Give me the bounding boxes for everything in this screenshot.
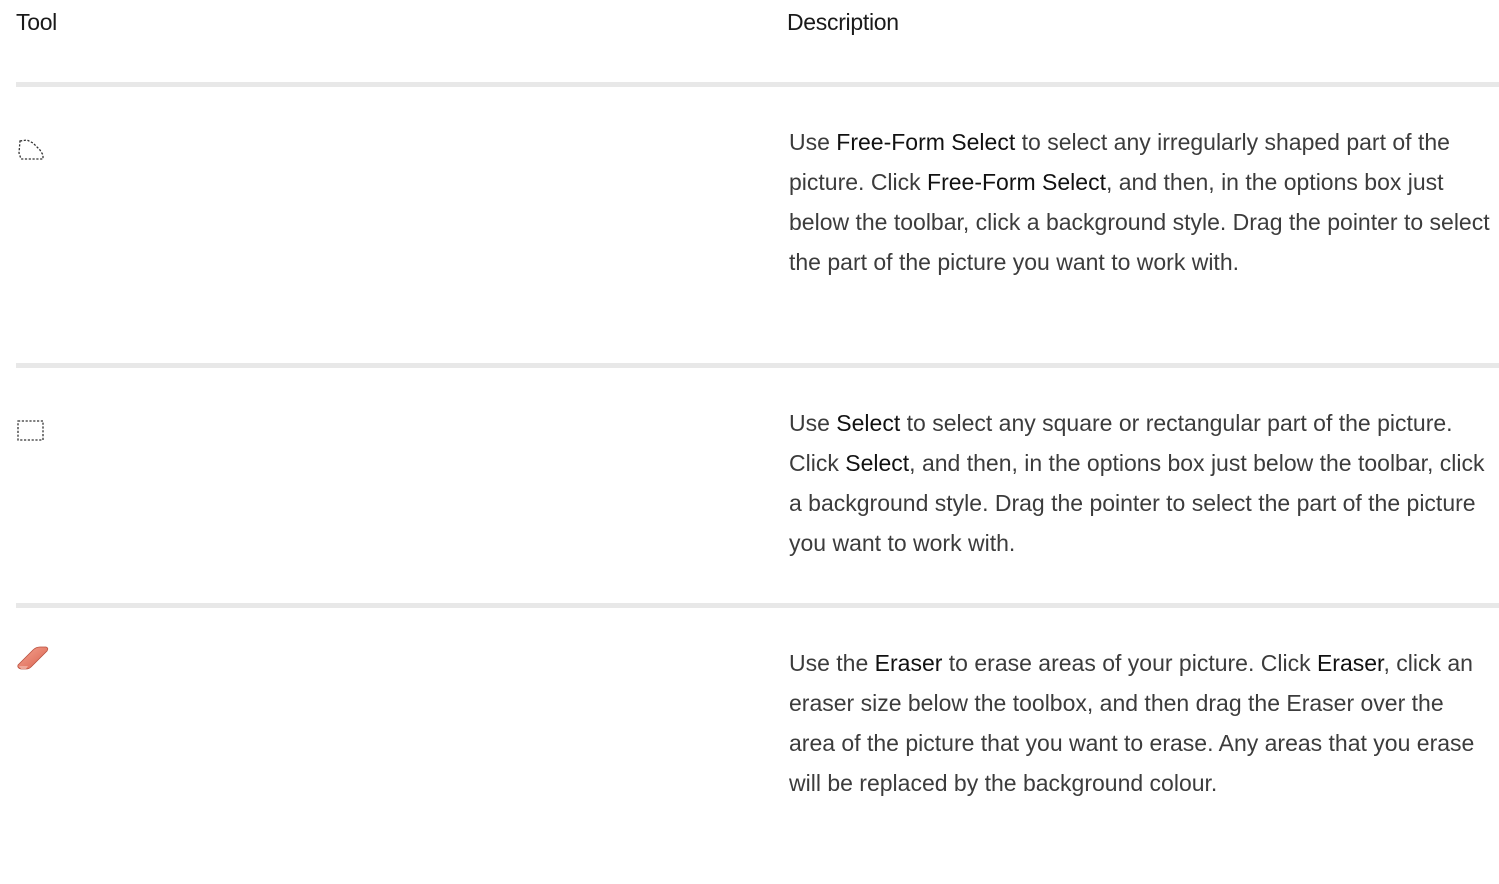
tool-name-emphasis: Select — [836, 410, 901, 436]
description-column-header: Description — [787, 9, 899, 35]
table-row: Use the Eraser to erase areas of your pi… — [16, 608, 1499, 884]
tool-name-emphasis: Free-Form Select — [927, 169, 1106, 195]
tool-name-emphasis: Select — [845, 450, 910, 476]
eraser-icon — [16, 644, 50, 675]
row-description: Use Free-Form Select to select any irreg… — [789, 122, 1494, 282]
row-description: Use the Eraser to erase areas of your pi… — [789, 643, 1494, 803]
table-row: Use Select to select any square or recta… — [16, 368, 1499, 603]
description-text: Use the — [789, 650, 875, 676]
tool-column-header: Tool — [16, 9, 57, 35]
table-header: Tool Description — [16, 0, 1499, 82]
table-row: Use Free-Form Select to select any irreg… — [16, 87, 1499, 363]
tools-table: Tool Description Use Free-Form Select to… — [16, 0, 1499, 884]
description-text: Use — [789, 129, 837, 155]
tool-name-emphasis: Free-Form Select — [836, 129, 1016, 155]
tool-name-emphasis: Eraser — [874, 650, 943, 676]
free-form-select-icon — [16, 137, 48, 168]
row-description: Use Select to select any square or recta… — [789, 403, 1494, 563]
description-text: to erase areas of your picture. Click — [942, 650, 1317, 676]
tool-name-emphasis: Eraser — [1316, 650, 1384, 676]
description-text: Use — [789, 410, 837, 436]
select-icon — [16, 418, 48, 449]
